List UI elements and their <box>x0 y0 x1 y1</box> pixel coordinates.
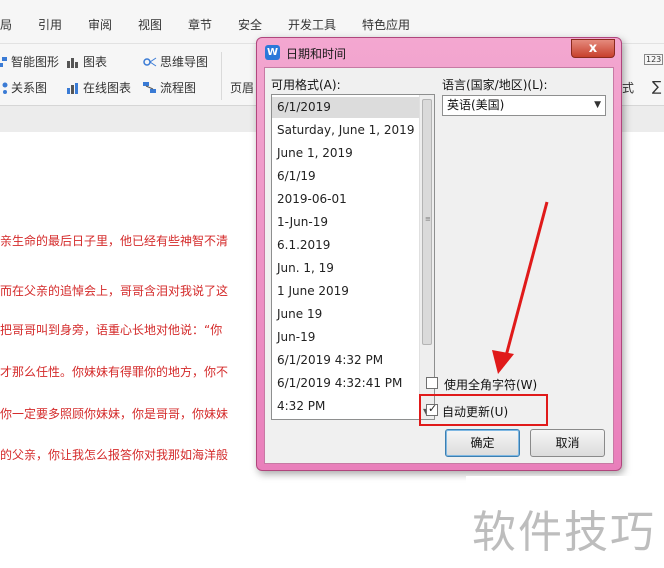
watermark-text: 软件技巧 <box>472 507 656 558</box>
watermark: 软件技巧 <box>466 476 664 568</box>
